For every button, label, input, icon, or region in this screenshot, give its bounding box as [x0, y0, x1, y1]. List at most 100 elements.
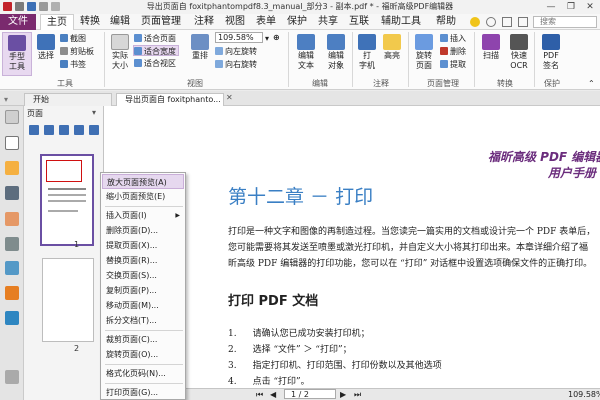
tab-protect[interactable]: 保护: [281, 14, 313, 30]
clipboard-button[interactable]: 剪贴板: [60, 46, 94, 57]
hand-tool-button[interactable]: 手型 工具: [2, 32, 32, 76]
crop-page-icon[interactable]: [89, 125, 99, 135]
menu-item-print-pages[interactable]: 打印页面(G)...: [102, 385, 184, 400]
file-menu[interactable]: 文件: [0, 14, 36, 30]
tab-view[interactable]: 视图: [219, 14, 251, 30]
page-thumbnail-1[interactable]: [40, 154, 94, 246]
close-button[interactable]: ✕: [580, 0, 600, 14]
tab-share[interactable]: 共享: [312, 14, 344, 30]
menu-item-zoom-out-thumbnail[interactable]: 缩小页面预览(E): [102, 189, 184, 204]
minimize-button[interactable]: —: [541, 0, 561, 14]
scanner-icon: [482, 34, 500, 50]
restore-button[interactable]: ❐: [561, 0, 581, 14]
prev-page-button[interactable]: ◀: [270, 389, 276, 400]
ocr-icon: [510, 34, 528, 50]
lightbulb-icon[interactable]: [470, 17, 480, 27]
edit-text-button[interactable]: 编辑 文本: [292, 34, 320, 71]
search-input[interactable]: 搜索: [533, 16, 597, 28]
attachments-icon[interactable]: [5, 237, 19, 251]
next-page-button[interactable]: ▶: [340, 389, 346, 400]
tab-home[interactable]: 主页: [40, 14, 74, 31]
fit-width-button[interactable]: 适合宽度: [133, 45, 179, 56]
list-item: 2. 选择 “文件” ＞ “打印”；: [228, 345, 352, 355]
tab-start[interactable]: 开始: [24, 93, 112, 106]
extract-page-icon[interactable]: [74, 125, 84, 135]
menu-item-insert-pages[interactable]: 插入页面(I) ▶: [102, 208, 184, 223]
tab-form[interactable]: 表单: [250, 14, 282, 30]
highlight-button[interactable]: 高亮: [380, 34, 404, 61]
layers-icon[interactable]: [5, 186, 19, 200]
thumbnail-viewport-box[interactable]: [46, 160, 82, 182]
menu-item-delete-pages[interactable]: 删除页面(D)...: [102, 223, 184, 238]
rotate-left-button[interactable]: 向左旋转: [215, 46, 257, 57]
zoom-dropdown[interactable]: ▾: [265, 33, 269, 44]
tab-convert[interactable]: 转换: [74, 14, 106, 30]
zoom-in-icon[interactable]: ⊕: [273, 32, 280, 43]
actual-size-button[interactable]: 实际 大小: [108, 34, 132, 71]
rotate-page-button[interactable]: 旋转 页面: [410, 34, 438, 71]
last-page-button[interactable]: ⏭: [354, 389, 361, 400]
delete-page-icon[interactable]: [44, 125, 54, 135]
menu-item-extract-pages[interactable]: 提取页面(X)...: [102, 238, 184, 253]
menu-item-rotate-pages[interactable]: 旋转页面(O)...: [102, 347, 184, 362]
tab-document[interactable]: 导出页面自 foxitphanto...: [116, 93, 224, 106]
comments-icon[interactable]: [5, 212, 19, 226]
tab-edit[interactable]: 编辑: [104, 14, 136, 30]
zoom-field[interactable]: 109.58%: [215, 32, 263, 43]
user-icon[interactable]: [486, 17, 496, 27]
edit-object-button[interactable]: 编辑 对象: [322, 34, 350, 71]
tab-help[interactable]: 帮助: [430, 14, 462, 30]
first-page-button[interactable]: ⏮: [256, 389, 263, 400]
hand-panel-icon[interactable]: [5, 110, 19, 124]
tab-connect[interactable]: 互联: [343, 14, 375, 30]
bookmarks-icon[interactable]: [5, 161, 19, 175]
tab-list-icon[interactable]: ▾: [4, 94, 8, 105]
rotate-right-button[interactable]: 向右旋转: [215, 59, 257, 70]
menu-item-crop-pages[interactable]: 裁剪页面(C)...: [102, 332, 184, 347]
scan-button[interactable]: 扫描: [478, 34, 504, 61]
rotate-page-icon[interactable]: [59, 125, 69, 135]
paragraph-line: 打印是一种文字和图像的再制造过程。当您读完一篇实用的文档或设计完一个 PDF 表…: [228, 227, 596, 237]
hand-icon: [8, 35, 26, 51]
collapse-ribbon-icon[interactable]: ⌃: [588, 78, 595, 89]
quick-ocr-button[interactable]: 快速 OCR: [506, 34, 532, 71]
menu-item-zoom-in-thumbnail[interactable]: 放大页面预览(A): [102, 174, 184, 189]
fit-visible-button[interactable]: 适合视区: [134, 58, 176, 69]
content-icon[interactable]: [5, 311, 19, 325]
group-separator: [352, 32, 353, 87]
security-lock-icon[interactable]: [5, 286, 19, 300]
panel-menu-icon[interactable]: ▾: [92, 107, 96, 118]
tab-comment[interactable]: 注释: [188, 14, 220, 30]
page-thumbnail-2[interactable]: [42, 258, 94, 342]
reflow-button[interactable]: 重排: [188, 34, 212, 61]
select-button[interactable]: 选择: [34, 34, 58, 61]
pages-icon[interactable]: [5, 136, 19, 150]
tab-page-management[interactable]: 页面管理: [135, 14, 187, 30]
menu-item-split-document[interactable]: 拆分文档(T)...: [102, 313, 184, 328]
group-label-tools: 工具: [57, 79, 73, 88]
typewriter-button[interactable]: 打 字机: [356, 34, 378, 71]
close-tab-icon[interactable]: ✕: [226, 92, 233, 103]
tab-accessibility[interactable]: 辅助工具: [375, 14, 427, 30]
fit-page-button[interactable]: 适合页面: [134, 33, 176, 44]
menu-item-duplicate-pages[interactable]: 复制页面(P)...: [102, 283, 184, 298]
snapshot-button[interactable]: 截图: [60, 33, 86, 44]
zoom-level[interactable]: 109.58%: [568, 389, 600, 400]
menu-item-replace-pages[interactable]: 替换页面(R)...: [102, 253, 184, 268]
insert-button[interactable]: 插入: [440, 33, 466, 44]
extract-button[interactable]: 提取: [440, 59, 466, 70]
settings-icon[interactable]: [518, 17, 528, 27]
menu-separator: [105, 383, 183, 384]
insert-page-icon[interactable]: [29, 125, 39, 135]
signatures-icon[interactable]: [5, 261, 19, 275]
page-number-field[interactable]: 1 / 2: [284, 389, 336, 399]
delete-button[interactable]: 删除: [440, 46, 466, 57]
menu-item-move-pages[interactable]: 移动页面(M)...: [102, 298, 184, 313]
bookmark-button[interactable]: 书签: [60, 59, 86, 70]
menu-item-swap-pages[interactable]: 交换页面(S)...: [102, 268, 184, 283]
pdf-sign-button[interactable]: PDF 签名: [538, 34, 564, 71]
tools-icon[interactable]: [5, 370, 19, 384]
menu-item-format-page-numbers[interactable]: 格式化页码(N)...: [102, 366, 184, 381]
group-label-comment: 注释: [373, 79, 389, 88]
find-icon[interactable]: [502, 17, 512, 27]
